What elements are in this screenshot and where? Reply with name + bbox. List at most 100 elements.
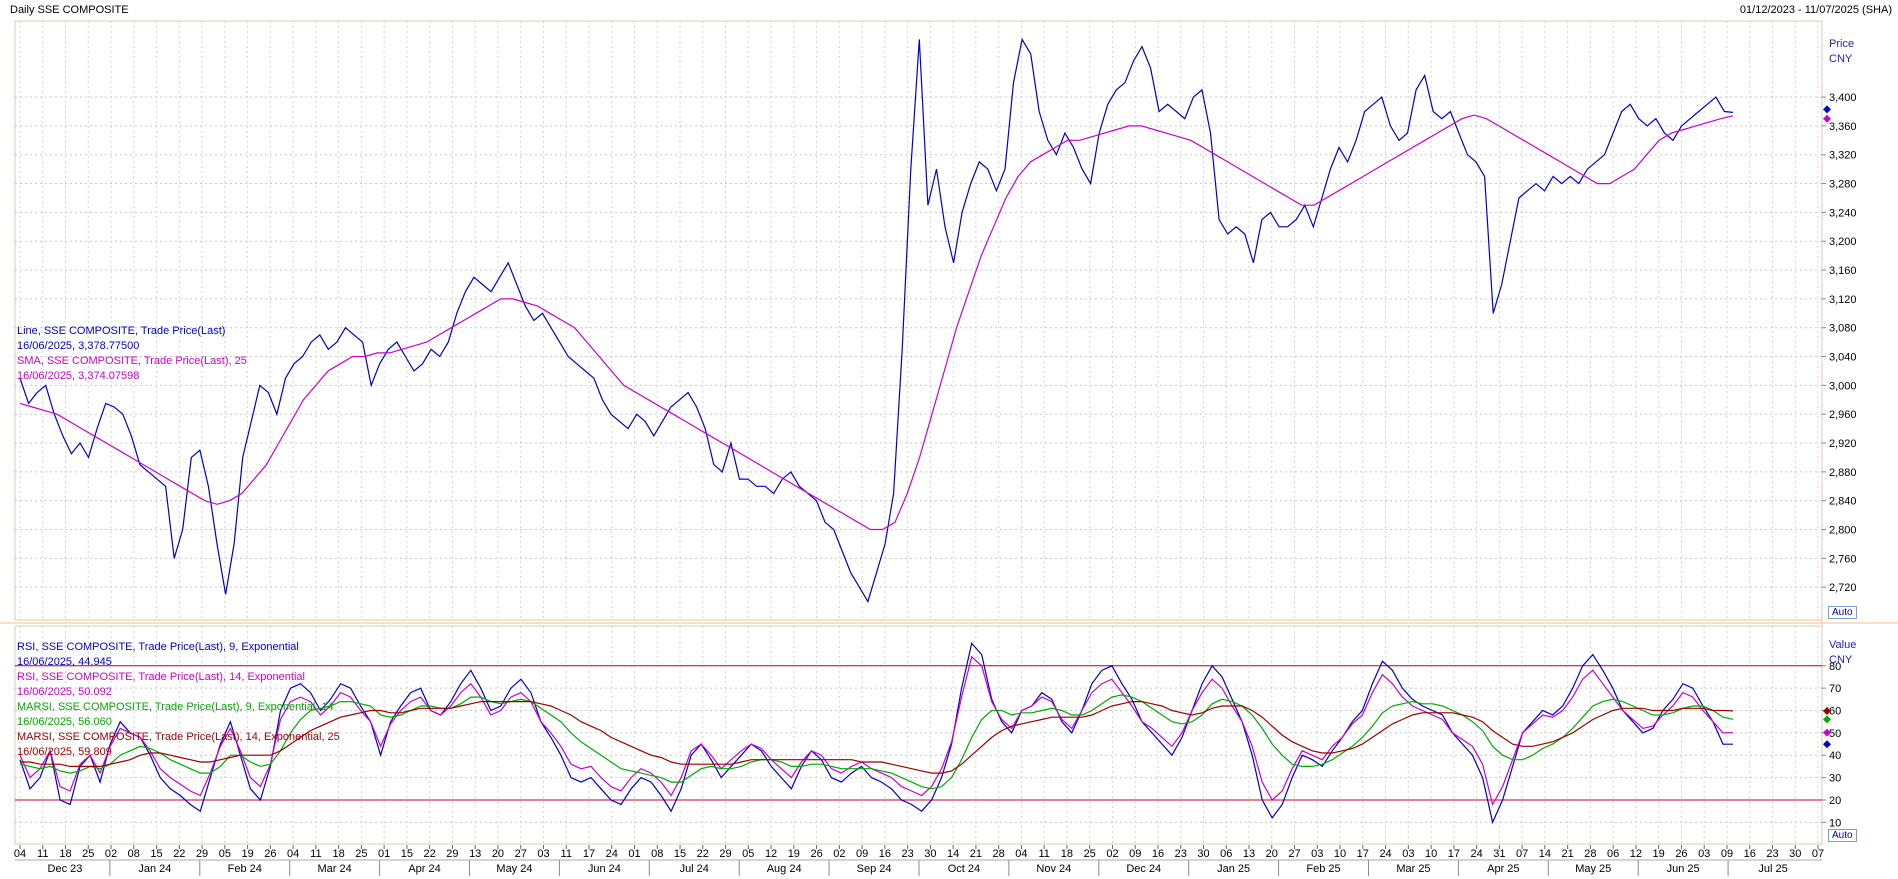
x-day-label: 15 bbox=[674, 848, 686, 860]
x-day-label: 24 bbox=[1470, 848, 1482, 860]
x-month-label: May 25 bbox=[1575, 863, 1611, 875]
indicator-tick-label: 50 bbox=[1829, 728, 1841, 740]
x-month-label: Apr 24 bbox=[408, 863, 440, 875]
x-day-label: 30 bbox=[1789, 848, 1801, 860]
legend-marsi9-label: MARSI, SSE COMPOSITE, Trade Price(Last),… bbox=[17, 701, 334, 713]
price-tick-label: 3,280 bbox=[1829, 179, 1857, 191]
x-month-label: Sep 24 bbox=[857, 863, 892, 875]
indicator-tick-label: 60 bbox=[1829, 706, 1841, 718]
x-month-label: Aug 24 bbox=[767, 863, 802, 875]
indicator-tick-label: 30 bbox=[1829, 773, 1841, 785]
price-tick-label: 3,000 bbox=[1829, 380, 1857, 392]
price-y-axis: 2,720 2,760 2,800 2,840 2,880 2,920 2,960 3,000… bbox=[1822, 92, 1857, 594]
x-day-label: 07 bbox=[1812, 848, 1824, 860]
indicator-tick-label: 40 bbox=[1829, 750, 1841, 762]
price-tick-label: 2,800 bbox=[1829, 525, 1857, 537]
x-day-label: 10 bbox=[1334, 848, 1346, 860]
price-tick-label: 3,320 bbox=[1829, 150, 1857, 162]
x-day-label: 17 bbox=[1448, 848, 1460, 860]
price-axis-unit: CNY bbox=[1829, 53, 1853, 65]
x-day-label: 09 bbox=[1721, 848, 1733, 860]
x-day-label: 06 bbox=[1607, 848, 1619, 860]
price-tick-label: 3,360 bbox=[1829, 121, 1857, 133]
price-auto-scale-button[interactable]: Auto bbox=[1828, 606, 1857, 619]
legend-marsi9-value: 16/06/2025, 56.060 bbox=[17, 716, 112, 728]
x-day-label: 26 bbox=[810, 848, 822, 860]
x-day-label: 13 bbox=[1243, 848, 1255, 860]
price-tick-label: 2,720 bbox=[1829, 582, 1857, 594]
x-day-label: 02 bbox=[105, 848, 117, 860]
x-day-label: 18 bbox=[1061, 848, 1073, 860]
price-tick-label: 3,040 bbox=[1829, 352, 1857, 364]
price-tick-label: 2,920 bbox=[1829, 438, 1857, 450]
legend-line-label: Line, SSE COMPOSITE, Trade Price(Last) bbox=[17, 325, 226, 337]
x-day-label: 16 bbox=[879, 848, 891, 860]
x-day-label: 26 bbox=[1675, 848, 1687, 860]
x-month-label: May 24 bbox=[496, 863, 532, 875]
indicator-y-axis: 1020304050607080 bbox=[1822, 661, 1841, 829]
x-day-label: 25 bbox=[1084, 848, 1096, 860]
x-day-label: 03 bbox=[1311, 848, 1323, 860]
x-day-label: 12 bbox=[1630, 848, 1642, 860]
price-last-value-marker bbox=[1823, 105, 1831, 114]
price-panel-frame bbox=[14, 20, 1823, 621]
series-line-1 bbox=[19, 114, 1734, 531]
legend-marsi14-value: 16/06/2025, 59.809 bbox=[17, 746, 112, 758]
time-axis[interactable]: 04 11 18 25 02 08 15 22 29 05 19 26 04 11 18 25 01 15 22 29… bbox=[14, 845, 1824, 876]
indicator-legend: RSI, SSE COMPOSITE, Trade Price(Last), 9… bbox=[17, 640, 340, 760]
series-line-0 bbox=[19, 37, 1734, 604]
price-tick-label: 3,080 bbox=[1829, 323, 1857, 335]
x-day-label: 28 bbox=[1584, 848, 1596, 860]
legend-sma-label: SMA, SSE COMPOSITE, Trade Price(Last), 2… bbox=[17, 355, 247, 367]
x-day-label: 19 bbox=[1653, 848, 1665, 860]
x-day-label: 25 bbox=[82, 848, 94, 860]
x-day-label: 23 bbox=[1766, 848, 1778, 860]
price-grid bbox=[15, 21, 1822, 620]
x-month-label: Feb 24 bbox=[228, 863, 262, 875]
x-day-label: 02 bbox=[1106, 848, 1118, 860]
x-day-label: 18 bbox=[333, 848, 345, 860]
x-day-label: 15 bbox=[401, 848, 413, 860]
indicator-tick-label: 20 bbox=[1829, 795, 1841, 807]
x-day-label: 17 bbox=[1357, 848, 1369, 860]
x-day-label: 16 bbox=[1152, 848, 1164, 860]
indicator-last-value-marker bbox=[1823, 740, 1831, 749]
indicator-tick-label: 10 bbox=[1829, 817, 1841, 829]
indicator-axis-title-text: Value bbox=[1829, 639, 1857, 651]
price-tick-label: 2,840 bbox=[1829, 496, 1857, 508]
x-day-label: 27 bbox=[1288, 848, 1300, 860]
x-day-label: 27 bbox=[515, 848, 527, 860]
x-day-label: 11 bbox=[37, 848, 48, 860]
x-month-label: Dec 24 bbox=[1126, 863, 1161, 875]
x-day-label: 23 bbox=[901, 848, 913, 860]
x-day-label: 29 bbox=[196, 848, 208, 860]
x-day-label: 03 bbox=[1402, 848, 1414, 860]
x-day-label: 06 bbox=[1220, 848, 1232, 860]
x-day-label: 07 bbox=[1516, 848, 1528, 860]
price-tick-label: 3,160 bbox=[1829, 265, 1857, 277]
x-day-label: 24 bbox=[1379, 848, 1391, 860]
x-day-label: 30 bbox=[924, 848, 936, 860]
x-day-label: 15 bbox=[150, 848, 162, 860]
price-tick-label: 2,880 bbox=[1829, 467, 1857, 479]
x-day-label: 18 bbox=[59, 848, 71, 860]
x-day-label: 03 bbox=[1698, 848, 1710, 860]
x-day-label: 01 bbox=[628, 848, 640, 860]
x-day-label: 19 bbox=[788, 848, 800, 860]
x-month-label: Feb 25 bbox=[1306, 863, 1340, 875]
x-month-label: Apr 25 bbox=[1487, 863, 1519, 875]
x-day-label: 04 bbox=[1015, 848, 1027, 860]
indicator-auto-scale-button[interactable]: Auto bbox=[1828, 829, 1857, 842]
x-month-label: Mar 25 bbox=[1396, 863, 1430, 875]
x-day-label: 22 bbox=[424, 848, 436, 860]
legend-sma-value: 16/06/2025, 3,374.07598 bbox=[17, 370, 140, 382]
x-day-label: 05 bbox=[742, 848, 754, 860]
x-day-label: 25 bbox=[355, 848, 367, 860]
x-day-label: 29 bbox=[446, 848, 458, 860]
x-day-label: 14 bbox=[1539, 848, 1551, 860]
x-month-label: Dec 23 bbox=[48, 863, 83, 875]
x-day-label: 03 bbox=[537, 848, 549, 860]
x-month-label: Nov 24 bbox=[1036, 863, 1071, 875]
x-day-label: 09 bbox=[856, 848, 868, 860]
x-day-label: 11 bbox=[310, 848, 321, 860]
